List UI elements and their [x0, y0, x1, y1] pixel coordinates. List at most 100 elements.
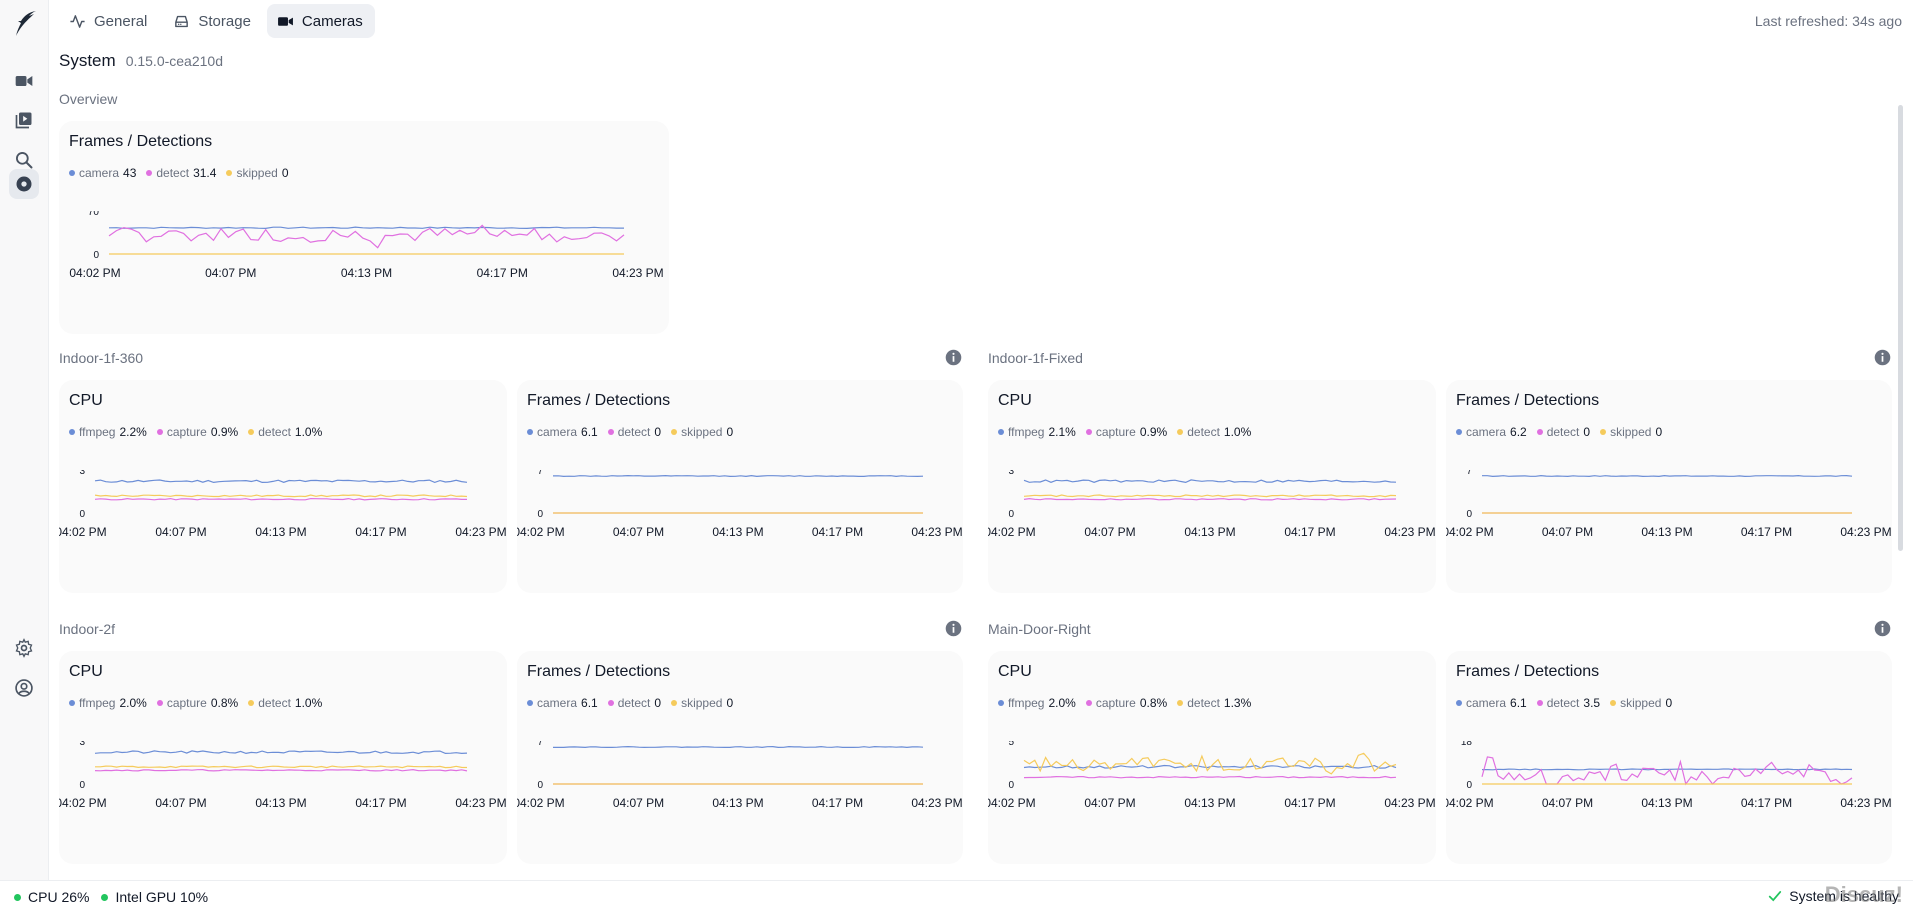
tab-label: Storage — [198, 12, 251, 30]
info-icon[interactable] — [1874, 620, 1891, 637]
legend-dot — [1177, 700, 1184, 706]
legend-dot — [1085, 700, 1092, 706]
nav-review[interactable] — [9, 105, 39, 135]
page-title: System 0.15.0-cea210d — [59, 51, 223, 71]
cpu-stat-text: CPU 26% — [28, 889, 90, 905]
y-axis-max-label: 5 — [1008, 741, 1014, 748]
x-axis-tick-label: 04:02 PM — [69, 266, 120, 280]
y-axis-max-label: 18 — [1461, 741, 1473, 748]
frames-chart: 7 0 04:02 PM 04:07 PM 04:13 PM 04:17 PM 04:23 … — [517, 470, 963, 539]
sidebar — [0, 0, 49, 880]
watermark: Discuz! — [1824, 882, 1903, 907]
camera-section-title: Indoor-1f-Fixed — [988, 350, 1083, 366]
legend-value: 2.0% — [119, 696, 147, 710]
frames-detections-card: Frames / Detections camera 6.1 detect 0 skipp… — [517, 380, 963, 593]
info-icon[interactable] — [1874, 349, 1891, 366]
chart-legend: camera 6.1 detect 3.5 skipped 0 — [1456, 696, 1672, 710]
legend-name: detect — [1187, 696, 1220, 710]
x-axis-tick-label: 04:07 PM — [1084, 796, 1135, 810]
legend-item-camera: camera 6.1 — [1456, 696, 1527, 710]
frigate-logo[interactable] — [12, 10, 38, 40]
video-camera-icon — [15, 76, 33, 86]
x-axis-tick-label: 04:02 PM — [59, 796, 107, 810]
legend-value: 0 — [654, 696, 662, 710]
gpu-stat[interactable]: Intel GPU 10% — [101, 889, 208, 905]
frames-chart: 7 0 04:02 PM 04:07 PM 04:13 PM 04:17 PM 04:23 … — [517, 741, 963, 810]
info-icon[interactable] — [945, 349, 962, 366]
y-axis-max-label: 3 — [79, 470, 85, 477]
x-axis-tick-label: 04:07 PM — [1542, 796, 1593, 810]
legend-value: 0 — [281, 166, 289, 180]
x-axis-tick-label: 04:02 PM — [59, 525, 107, 539]
tab-storage[interactable]: Storage — [163, 4, 263, 38]
y-axis-max-label: 3 — [79, 741, 85, 748]
legend-value: 0.9% — [210, 425, 239, 439]
legend-dot — [69, 170, 75, 176]
legend-value: 0.8% — [1139, 696, 1168, 710]
legend-item-detect: detect 1.0% — [248, 696, 322, 710]
legend-dot — [1536, 429, 1543, 435]
x-axis-tick-label: 04:17 PM — [1741, 525, 1792, 539]
legend-name: skipped — [1620, 696, 1662, 710]
overview-label: Overview — [59, 91, 118, 107]
legend-name: camera — [1466, 425, 1507, 439]
legend-item-camera: camera 6.1 — [527, 696, 598, 710]
legend-value: 2.2% — [119, 425, 147, 439]
x-axis-tick-label: 04:23 PM — [1384, 796, 1435, 810]
series-line-capture — [94, 768, 468, 772]
legend-dot — [69, 429, 75, 435]
cpu-usage-card: CPU ffmpeg 2.1% capture 0.9% detect 1.0% 3 0 04:0… — [988, 380, 1436, 593]
legend-name: ffmpeg — [1008, 696, 1045, 710]
nav-system[interactable] — [9, 169, 39, 199]
cpu-chart: 3 0 04:02 PM 04:07 PM 04:13 PM 04:17 PM 04:23 … — [59, 470, 507, 539]
info-icon[interactable] — [945, 620, 962, 637]
legend-name: ffmpeg — [79, 425, 116, 439]
series-line-camera — [1482, 768, 1853, 771]
disc-icon — [16, 176, 32, 192]
legend-name: capture — [166, 696, 207, 710]
camera-section-title: Main-Door-Right — [988, 621, 1091, 637]
tab-general[interactable]: General — [59, 4, 159, 38]
x-axis-tick-label: 04:07 PM — [155, 525, 206, 539]
y-axis-min-label: 0 — [79, 509, 85, 520]
tab-cameras[interactable]: Cameras — [266, 4, 375, 38]
x-axis-tick-label: 04:17 PM — [1284, 525, 1335, 539]
card-title: Frames / Detections — [69, 133, 213, 150]
legend-dot — [527, 429, 533, 435]
legend-value: 0 — [1665, 696, 1673, 710]
legend-value: 1.3% — [1223, 696, 1252, 710]
tab-label: General — [94, 12, 148, 30]
tab-label: Cameras — [301, 12, 363, 30]
scrollbar[interactable] — [1898, 105, 1903, 551]
legend-name: detect — [1187, 425, 1220, 439]
x-axis-tick-label: 04:13 PM — [1184, 796, 1235, 810]
frames-detections-card: Frames / Detections camera 6.2 detect 0 skipp… — [1446, 380, 1892, 593]
system-status[interactable]: System is healthy Discuz! — [1768, 882, 1903, 907]
x-axis-tick-label: 04:13 PM — [1641, 525, 1692, 539]
y-axis-min-label: 0 — [1008, 509, 1014, 520]
legend-dot — [1610, 700, 1617, 706]
legend-name: detect — [258, 696, 291, 710]
x-axis-tick-label: 04:17 PM — [1284, 796, 1335, 810]
nav-live[interactable] — [9, 66, 39, 96]
cpu-chart: 5 0 04:02 PM 04:07 PM 04:13 PM 04:17 PM 04:23 … — [988, 741, 1436, 810]
x-axis-tick-label: 04:07 PM — [205, 266, 256, 280]
frames-chart: 7 0 04:02 PM 04:07 PM 04:13 PM 04:17 PM 04:23 … — [1446, 470, 1892, 539]
legend-value: 1.0% — [294, 425, 323, 439]
series-line-ffmpeg — [94, 479, 468, 484]
series-line-detect — [1481, 756, 1853, 786]
x-axis-tick-label: 04:02 PM — [517, 796, 565, 810]
cpu-stat[interactable]: CPU 26% — [14, 889, 89, 905]
series-line-camera — [552, 474, 924, 478]
legend-item-skipped: skipped 0 — [671, 425, 733, 439]
card-title: CPU — [998, 663, 1032, 680]
nav-account[interactable] — [9, 673, 39, 703]
legend-dot — [1536, 700, 1543, 706]
legend-dot — [998, 700, 1004, 706]
legend-value: 0 — [726, 425, 734, 439]
legend-name: capture — [1095, 425, 1136, 439]
nav-settings[interactable] — [9, 633, 39, 663]
x-axis-tick-label: 04:23 PM — [1840, 796, 1891, 810]
legend-item-detect: detect 31.4 — [146, 166, 216, 180]
legend-name: ffmpeg — [1008, 425, 1045, 439]
